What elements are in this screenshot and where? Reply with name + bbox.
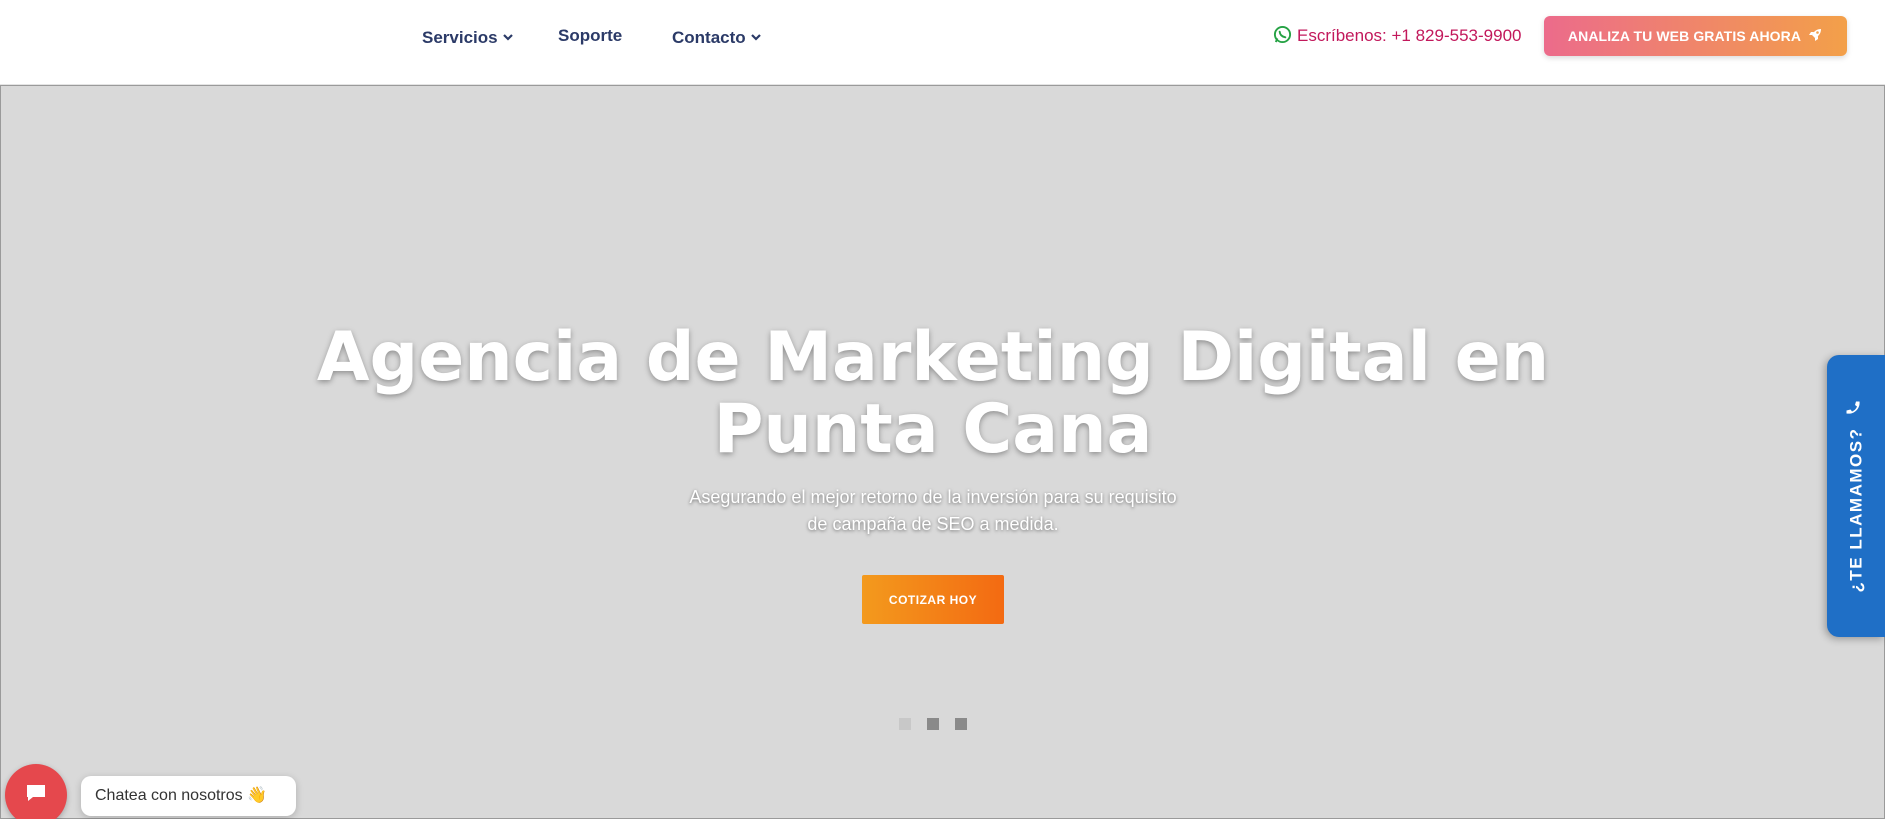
whatsapp-label: Escríbenos: xyxy=(1297,26,1387,45)
callback-tab[interactable]: ¿TE LLAMAMOS? xyxy=(1827,355,1885,637)
nav-soporte-label: Soporte xyxy=(558,26,623,45)
slider-dot-2[interactable] xyxy=(927,718,939,730)
callback-tab-label: ¿TE LLAMAMOS? xyxy=(1846,427,1865,593)
hero-subtitle: Asegurando el mejor retorno de la invers… xyxy=(689,487,1177,534)
slider-dot-1[interactable] xyxy=(899,718,911,730)
whatsapp-link[interactable]: Escríbenos: +1 829-553-9900 xyxy=(1273,25,1521,47)
nav-servicios[interactable]: Servicios xyxy=(422,26,513,47)
callback-tab-content: ¿TE LLAMAMOS? xyxy=(1845,400,1868,593)
slider-dots xyxy=(899,718,967,730)
rocket-icon xyxy=(1807,27,1823,46)
whatsapp-phone: +1 829-553-9900 xyxy=(1391,26,1522,45)
hero-section: Agencia de Marketing Digital en Punta Ca… xyxy=(0,85,1885,819)
analyze-web-button[interactable]: ANALIZA TU WEB GRATIS AHORA xyxy=(1544,16,1847,56)
hero-title: Agencia de Marketing Digital en Punta Ca… xyxy=(316,318,1550,469)
chat-button[interactable] xyxy=(5,764,67,819)
chat-prompt[interactable]: Chatea con nosotros 👋 xyxy=(81,776,296,816)
nav-contacto-label: Contacto xyxy=(672,28,746,47)
phone-icon xyxy=(1845,400,1868,418)
chat-icon xyxy=(24,781,48,805)
nav-soporte[interactable]: Soporte xyxy=(558,26,622,46)
nav-contacto[interactable]: Contacto xyxy=(672,26,761,47)
whatsapp-icon xyxy=(1273,25,1292,44)
site-header: Servicios Soporte Contacto Escríbenos: +… xyxy=(0,0,1885,85)
slider-dot-3[interactable] xyxy=(955,718,967,730)
cotizar-button[interactable]: COTIZAR HOY xyxy=(862,575,1004,624)
nav-servicios-label: Servicios xyxy=(422,28,498,47)
chevron-down-icon xyxy=(502,26,513,46)
analyze-web-label: ANALIZA TU WEB GRATIS AHORA xyxy=(1567,28,1802,44)
chevron-down-icon xyxy=(750,26,761,46)
